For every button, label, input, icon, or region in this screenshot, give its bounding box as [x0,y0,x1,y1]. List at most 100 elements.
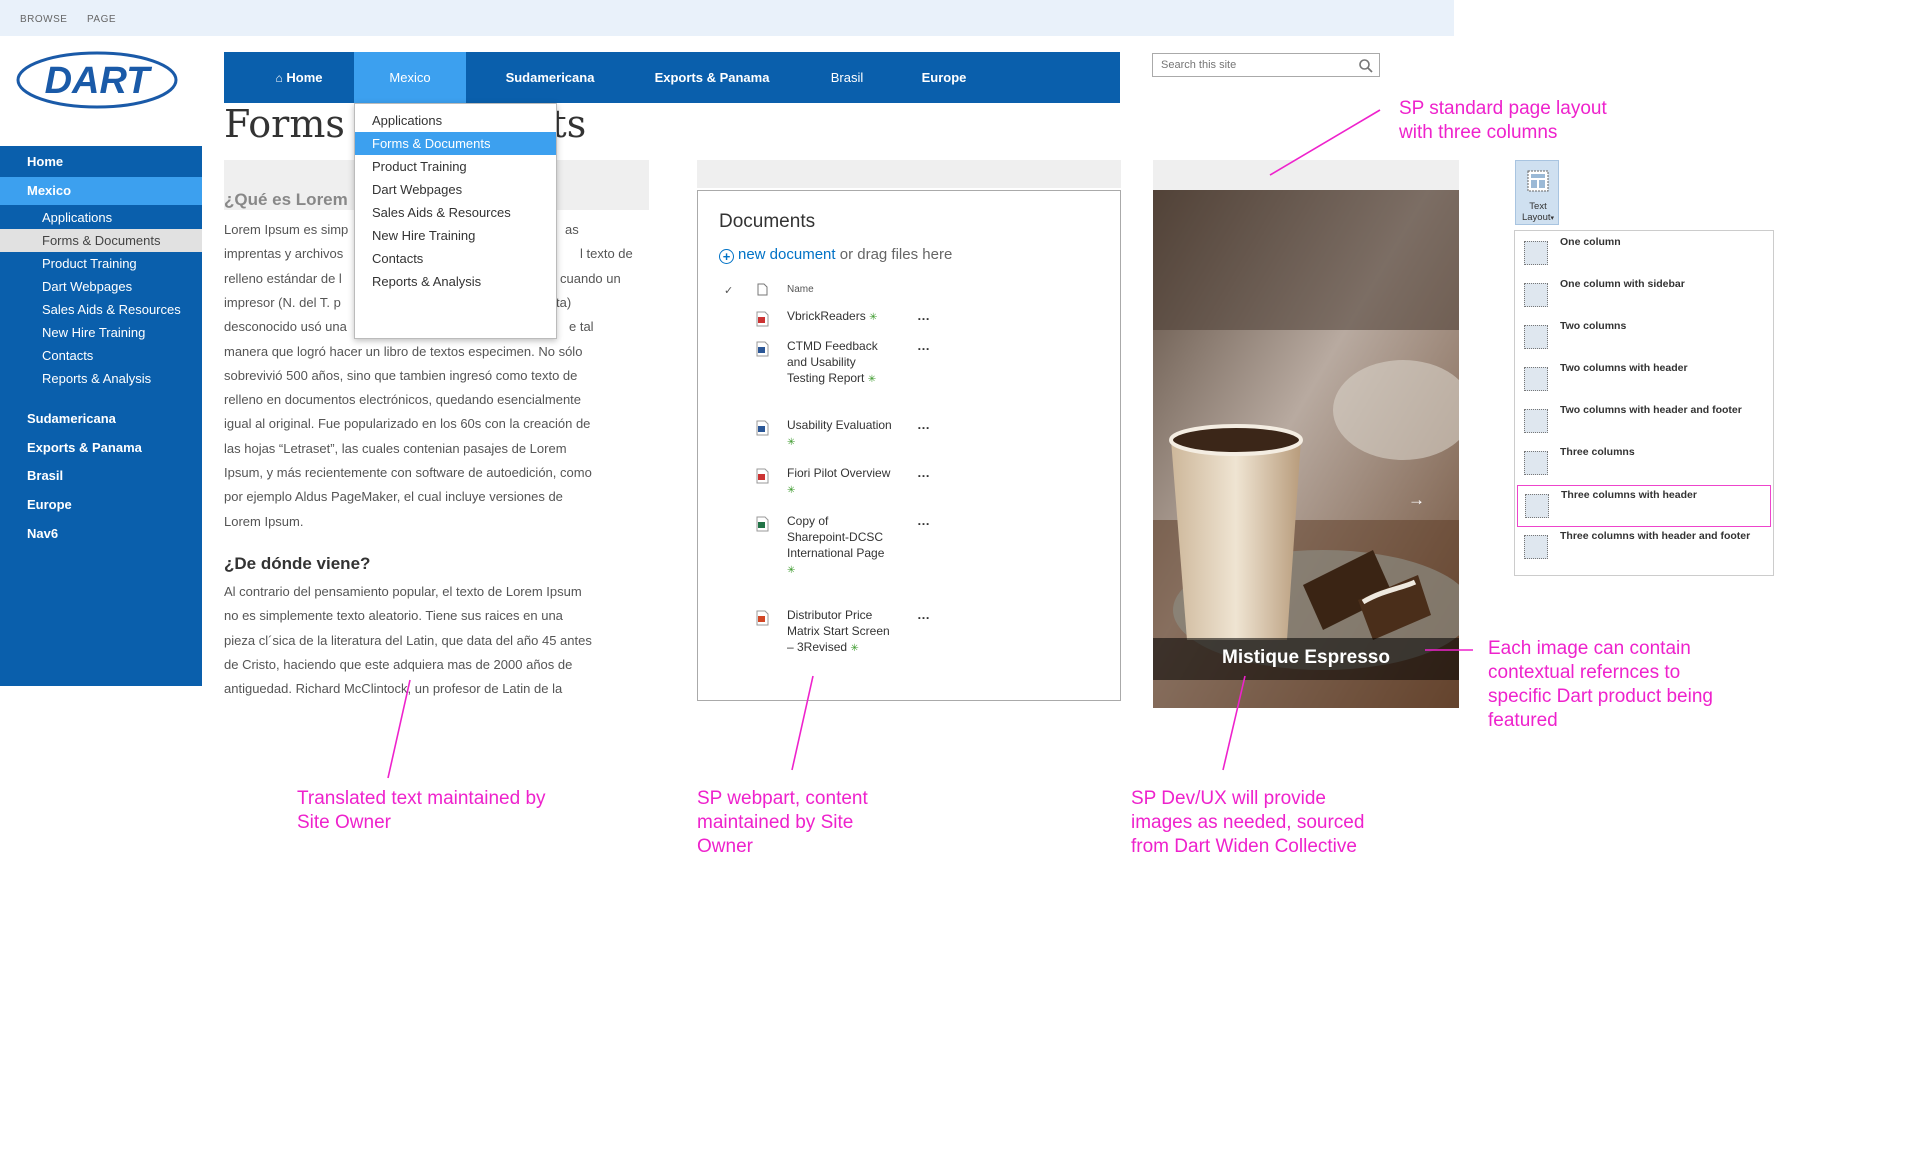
layout-three-columns-with-header-icon [1525,494,1549,518]
document-name: Usability Evaluation [787,418,892,432]
document-more-options-icon[interactable]: … [917,308,931,323]
layout-option-one-column-with-sidebar[interactable]: One column with sidebar [1517,275,1771,317]
paragraph-fragment: ta) [556,294,572,310]
layout-option-one-column[interactable]: One column [1517,233,1771,275]
dropdown-item-contacts[interactable]: Contacts [355,247,556,270]
layout-option-label: Two columns [1560,320,1627,332]
leftnav-item-sudamericana[interactable]: Sudamericana [0,405,202,433]
annotation-line-text: Site Owner [297,812,391,833]
layout-option-two-columns[interactable]: Two columns [1517,317,1771,359]
layout-two-columns-with-header-and-footer-icon [1524,409,1548,433]
annotation-line-text: images as needed, sourced [1131,812,1365,833]
dart-logo[interactable]: DART [16,50,182,112]
dropdown-item-sales-aids-and-resources[interactable]: Sales Aids & Resources [355,201,556,224]
layout-option-three-columns-with-header-and-footer[interactable]: Three columns with header and footer [1517,527,1771,569]
layout-option-three-columns-with-header[interactable]: Three columns with header [1517,485,1771,527]
ribbon-bar: BROWSE PAGE [0,0,1454,36]
topnav-item-europe[interactable]: Europe [899,52,989,103]
word-file-icon [756,420,769,436]
leftnav-item-mexico[interactable]: Mexico [0,177,202,205]
text-layout-icon [1527,170,1549,192]
excel-file-icon [756,516,769,532]
paragraph-line: igual al original. Fue popularizado en l… [224,416,591,432]
topnav-item-exports-panama[interactable]: Exports & Panama [624,52,800,103]
topnav-home-label: Home [286,70,323,85]
annotation-line-text: specific Dart product being [1488,686,1713,707]
text-layout-button[interactable]: Text Layout▾ [1515,160,1559,225]
document-name-link[interactable]: Copy of Sharepoint-DCSC International Pa… [787,513,892,579]
new-item-icon: ✳ [850,643,859,654]
document-name-link[interactable]: CTMD Feedback and Usability Testing Repo… [787,338,892,388]
text-layout-menu: One column One column with sidebar Two col… [1514,230,1774,576]
leftnav-item-europe[interactable]: Europe [0,491,202,519]
dropdown-item-reports-and-analysis[interactable]: Reports & Analysis [355,270,556,293]
document-name-link[interactable]: Fiori Pilot Overview ✳ [787,465,892,499]
paragraph-line: relleno en documentos electrónicos, qued… [224,392,582,408]
topnav-item-sudamericana[interactable]: Sudamericana [486,52,614,103]
leftnav-item-brasil[interactable]: Brasil [0,462,202,490]
new-document-link[interactable]: new document [738,246,836,263]
topnav-item-mexico[interactable]: Mexico [354,52,466,103]
topnav-item-brasil[interactable]: Brasil [807,52,887,103]
search-input[interactable] [1159,58,1353,72]
new-item-icon: ✳ [869,312,878,323]
mexico-dropdown-menu: Applications Forms & Documents Product Tra… [354,103,557,339]
annotation-webpart: SP webpart, content maintained by Site Own… [697,787,868,859]
dropdown-item-forms-and-documents[interactable]: Forms & Documents [355,132,556,155]
annotation-line-text: contextual refernces to [1488,662,1681,683]
leftnav-item-sales-aids-and-resources[interactable]: Sales Aids & Resources [0,298,202,321]
paragraph-line: antiguedad. Richard McClintock, un profe… [224,681,563,697]
document-name-link[interactable]: VbrickReaders ✳ [787,308,892,326]
annotation-line-text: SP standard page layout [1399,98,1607,119]
layout-three-columns-icon [1524,451,1548,475]
paragraph-line: de Cristo, haciendo que este adquiera ma… [224,656,573,672]
annotation-images: SP Dev/UX will provide images as needed, … [1131,787,1364,859]
dropdown-item-dart-webpages[interactable]: Dart Webpages [355,178,556,201]
layout-option-two-columns-with-header-and-footer[interactable]: Two columns with header and footer [1517,401,1771,443]
leftnav-item-forms-and-documents[interactable]: Forms & Documents [0,229,202,252]
leftnav-item-dart-webpages[interactable]: Dart Webpages [0,275,202,298]
document-name-link[interactable]: Usability Evaluation ✳ [787,417,892,451]
search-icon[interactable] [1358,58,1374,74]
layout-option-label: Two columns with header and footer [1560,404,1742,416]
document-more-options-icon[interactable]: … [917,465,931,480]
dropdown-item-new-hire-training[interactable]: New Hire Training [355,224,556,247]
leftnav-item-nav6[interactable]: Nav6 [0,520,202,548]
document-more-options-icon[interactable]: … [917,513,931,528]
annotation-line-text: maintained by Site [697,812,854,833]
layout-option-three-columns[interactable]: Three columns [1517,443,1771,485]
leftnav-item-exports-and-panama[interactable]: Exports & Panama [0,434,202,462]
leftnav-item-applications[interactable]: Applications [0,206,202,229]
annotation-line-text: SP Dev/UX will provide [1131,788,1327,809]
documents-webpart: Documents + new document or drag files he… [697,190,1121,701]
leftnav-item-contacts[interactable]: Contacts [0,344,202,367]
new-item-icon: ✳ [787,565,796,576]
leftnav-item-reports-and-analysis[interactable]: Reports & Analysis [0,367,202,390]
search-box [1152,53,1380,77]
add-icon[interactable]: + [719,249,734,264]
document-more-options-icon[interactable]: … [917,607,931,622]
document-more-options-icon[interactable]: … [917,338,931,353]
leftnav-item-product-training[interactable]: Product Training [0,252,202,275]
leftnav-item-new-hire-training[interactable]: New Hire Training [0,321,202,344]
document-more-options-icon[interactable]: … [917,417,931,432]
annotation-line-text: SP webpart, content [697,788,868,809]
document-name-link[interactable]: Distributor Price Matrix Start Screen – … [787,607,892,657]
column-header-name[interactable]: Name [787,284,814,295]
ribbon-tab-page[interactable]: PAGE [87,14,116,25]
espresso-photo [1153,190,1459,708]
leftnav-item-home[interactable]: Home [0,148,202,176]
dropdown-item-applications[interactable]: Applications [355,109,556,132]
layout-option-label: One column [1560,236,1621,248]
featured-product-image: Mistique Espresso → [1153,190,1459,708]
paragraph-line: las hojas “Letraset”, las cuales conteni… [224,440,567,456]
file-type-icon [757,283,768,296]
next-slide-arrow-icon[interactable]: → [1408,490,1425,510]
annotation-line-text: with three columns [1399,122,1558,143]
select-all-checkmark[interactable]: ✓ [724,284,733,297]
layout-one-column-with-sidebar-icon [1524,283,1548,307]
layout-option-two-columns-with-header[interactable]: Two columns with header [1517,359,1771,401]
dropdown-item-product-training[interactable]: Product Training [355,155,556,178]
topnav-item-home[interactable]: ⌂ Home [264,52,334,103]
ribbon-tab-browse[interactable]: BROWSE [20,14,67,25]
